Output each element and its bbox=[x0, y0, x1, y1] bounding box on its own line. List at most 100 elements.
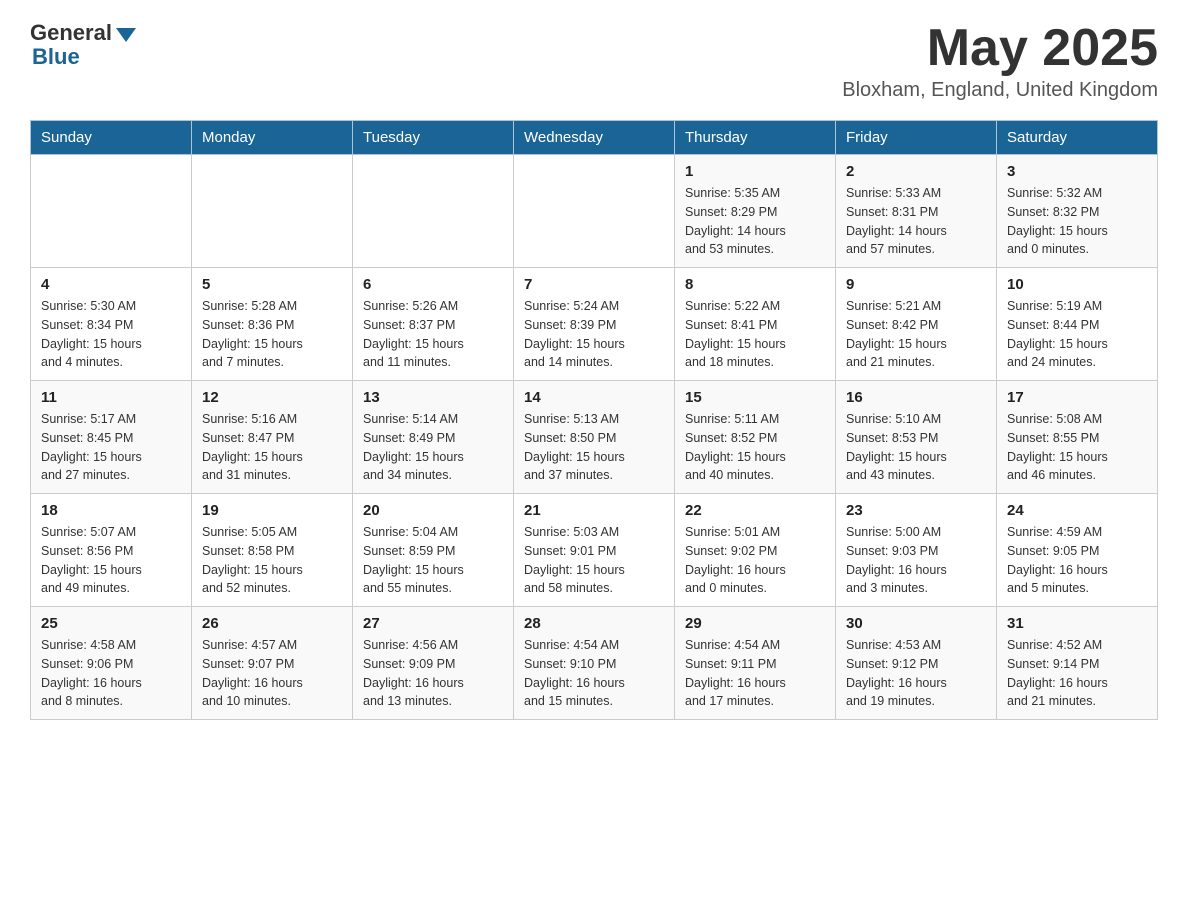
calendar-day-cell: 26Sunrise: 4:57 AM Sunset: 9:07 PM Dayli… bbox=[192, 607, 353, 720]
day-info: Sunrise: 4:53 AM Sunset: 9:12 PM Dayligh… bbox=[846, 636, 986, 711]
day-number: 9 bbox=[846, 276, 986, 293]
day-number: 17 bbox=[1007, 389, 1147, 406]
day-info: Sunrise: 5:03 AM Sunset: 9:01 PM Dayligh… bbox=[524, 523, 664, 598]
weekday-header-tuesday: Tuesday bbox=[353, 121, 514, 155]
calendar-day-cell: 25 Sunrise: 4:58 AM Sunset: 9:06 PM Dayli… bbox=[31, 607, 192, 720]
calendar-day-cell: 2 Sunrise: 5:33 AM Sunset: 8:31 PM Daylig… bbox=[836, 155, 997, 268]
calendar-day-cell: 1Sunrise: 5:35 AM Sunset: 8:29 PM Daylig… bbox=[675, 155, 836, 268]
calendar-day-cell: 28 Sunrise: 4:54 AM Sunset: 9:10 PM Dayli… bbox=[514, 607, 675, 720]
weekday-header-row: SundayMondayTuesdayWednesdayThursdayFrid… bbox=[31, 121, 1158, 155]
calendar-week-row: 1Sunrise: 5:35 AM Sunset: 8:29 PM Daylig… bbox=[31, 155, 1158, 268]
title-block: May 2025 Bloxham, England, United Kingdo… bbox=[842, 20, 1158, 102]
day-info: Sunrise: 4:54 AM Sunset: 9:10 PM Dayligh… bbox=[524, 636, 664, 711]
day-number: 19 bbox=[202, 502, 342, 519]
month-year-title: May 2025 bbox=[842, 20, 1158, 77]
day-number: 16 bbox=[846, 389, 986, 406]
day-info: Sunrise: 5:19 AM Sunset: 8:44 PM Dayligh… bbox=[1007, 297, 1147, 372]
day-number: 22 bbox=[685, 502, 825, 519]
day-info: Sunrise: 5:32 AM Sunset: 8:32 PM Dayligh… bbox=[1007, 184, 1147, 259]
day-info: Sunrise: 4:58 AM Sunset: 9:06 PM Dayligh… bbox=[41, 636, 181, 711]
weekday-header-wednesday: Wednesday bbox=[514, 121, 675, 155]
logo-blue-text: Blue bbox=[30, 44, 80, 70]
calendar-day-cell: 24 Sunrise: 4:59 AM Sunset: 9:05 PM Dayli… bbox=[997, 494, 1158, 607]
day-info: Sunrise: 5:28 AM Sunset: 8:36 PM Dayligh… bbox=[202, 297, 342, 372]
calendar-day-cell bbox=[31, 155, 192, 268]
day-number: 2 bbox=[846, 163, 986, 180]
calendar-day-cell: 14 Sunrise: 5:13 AM Sunset: 8:50 PM Dayli… bbox=[514, 381, 675, 494]
day-number: 28 bbox=[524, 615, 664, 632]
day-number: 1 bbox=[685, 163, 825, 180]
calendar-week-row: 25 Sunrise: 4:58 AM Sunset: 9:06 PM Dayli… bbox=[31, 607, 1158, 720]
calendar-week-row: 11 Sunrise: 5:17 AM Sunset: 8:45 PM Dayli… bbox=[31, 381, 1158, 494]
calendar-body: 1Sunrise: 5:35 AM Sunset: 8:29 PM Daylig… bbox=[31, 155, 1158, 720]
calendar-day-cell: 11 Sunrise: 5:17 AM Sunset: 8:45 PM Dayli… bbox=[31, 381, 192, 494]
calendar-day-cell: 22 Sunrise: 5:01 AM Sunset: 9:02 PM Dayli… bbox=[675, 494, 836, 607]
calendar-day-cell: 4 Sunrise: 5:30 AM Sunset: 8:34 PM Daylig… bbox=[31, 268, 192, 381]
day-info: Sunrise: 4:56 AM Sunset: 9:09 PM Dayligh… bbox=[363, 636, 503, 711]
calendar-day-cell: 21Sunrise: 5:03 AM Sunset: 9:01 PM Dayli… bbox=[514, 494, 675, 607]
day-info: Sunrise: 5:26 AM Sunset: 8:37 PM Dayligh… bbox=[363, 297, 503, 372]
calendar-day-cell: 18 Sunrise: 5:07 AM Sunset: 8:56 PM Dayli… bbox=[31, 494, 192, 607]
day-number: 18 bbox=[41, 502, 181, 519]
day-info: Sunrise: 4:54 AM Sunset: 9:11 PM Dayligh… bbox=[685, 636, 825, 711]
day-info: Sunrise: 5:00 AM Sunset: 9:03 PM Dayligh… bbox=[846, 523, 986, 598]
day-number: 27 bbox=[363, 615, 503, 632]
day-number: 29 bbox=[685, 615, 825, 632]
day-info: Sunrise: 4:59 AM Sunset: 9:05 PM Dayligh… bbox=[1007, 523, 1147, 598]
day-number: 10 bbox=[1007, 276, 1147, 293]
day-number: 26 bbox=[202, 615, 342, 632]
day-number: 5 bbox=[202, 276, 342, 293]
calendar-week-row: 18 Sunrise: 5:07 AM Sunset: 8:56 PM Dayli… bbox=[31, 494, 1158, 607]
calendar-day-cell bbox=[353, 155, 514, 268]
calendar-day-cell: 17 Sunrise: 5:08 AM Sunset: 8:55 PM Dayli… bbox=[997, 381, 1158, 494]
day-number: 11 bbox=[41, 389, 181, 406]
day-info: Sunrise: 5:17 AM Sunset: 8:45 PM Dayligh… bbox=[41, 410, 181, 485]
weekday-header-friday: Friday bbox=[836, 121, 997, 155]
day-number: 31 bbox=[1007, 615, 1147, 632]
day-info: Sunrise: 5:22 AM Sunset: 8:41 PM Dayligh… bbox=[685, 297, 825, 372]
weekday-header-thursday: Thursday bbox=[675, 121, 836, 155]
page-header: General Blue May 2025 Bloxham, England, … bbox=[30, 20, 1158, 102]
day-number: 13 bbox=[363, 389, 503, 406]
location-text: Bloxham, England, United Kingdom bbox=[842, 79, 1158, 102]
day-info: Sunrise: 5:21 AM Sunset: 8:42 PM Dayligh… bbox=[846, 297, 986, 372]
calendar-day-cell: 7Sunrise: 5:24 AM Sunset: 8:39 PM Daylig… bbox=[514, 268, 675, 381]
logo-general-text: General bbox=[30, 20, 112, 46]
day-info: Sunrise: 5:11 AM Sunset: 8:52 PM Dayligh… bbox=[685, 410, 825, 485]
day-info: Sunrise: 5:13 AM Sunset: 8:50 PM Dayligh… bbox=[524, 410, 664, 485]
day-number: 6 bbox=[363, 276, 503, 293]
calendar-day-cell: 27 Sunrise: 4:56 AM Sunset: 9:09 PM Dayli… bbox=[353, 607, 514, 720]
day-number: 4 bbox=[41, 276, 181, 293]
day-info: Sunrise: 5:30 AM Sunset: 8:34 PM Dayligh… bbox=[41, 297, 181, 372]
day-info: Sunrise: 5:33 AM Sunset: 8:31 PM Dayligh… bbox=[846, 184, 986, 259]
calendar-day-cell: 20Sunrise: 5:04 AM Sunset: 8:59 PM Dayli… bbox=[353, 494, 514, 607]
calendar-day-cell: 31Sunrise: 4:52 AM Sunset: 9:14 PM Dayli… bbox=[997, 607, 1158, 720]
calendar-day-cell bbox=[514, 155, 675, 268]
day-number: 14 bbox=[524, 389, 664, 406]
calendar-day-cell: 9 Sunrise: 5:21 AM Sunset: 8:42 PM Daylig… bbox=[836, 268, 997, 381]
day-info: Sunrise: 5:01 AM Sunset: 9:02 PM Dayligh… bbox=[685, 523, 825, 598]
day-number: 3 bbox=[1007, 163, 1147, 180]
day-info: Sunrise: 5:14 AM Sunset: 8:49 PM Dayligh… bbox=[363, 410, 503, 485]
weekday-header-sunday: Sunday bbox=[31, 121, 192, 155]
day-number: 15 bbox=[685, 389, 825, 406]
day-number: 12 bbox=[202, 389, 342, 406]
day-number: 30 bbox=[846, 615, 986, 632]
calendar-day-cell: 6 Sunrise: 5:26 AM Sunset: 8:37 PM Daylig… bbox=[353, 268, 514, 381]
calendar-header: SundayMondayTuesdayWednesdayThursdayFrid… bbox=[31, 121, 1158, 155]
calendar-day-cell: 3 Sunrise: 5:32 AM Sunset: 8:32 PM Daylig… bbox=[997, 155, 1158, 268]
calendar-day-cell: 23 Sunrise: 5:00 AM Sunset: 9:03 PM Dayli… bbox=[836, 494, 997, 607]
day-number: 23 bbox=[846, 502, 986, 519]
day-info: Sunrise: 5:07 AM Sunset: 8:56 PM Dayligh… bbox=[41, 523, 181, 598]
calendar-day-cell: 5 Sunrise: 5:28 AM Sunset: 8:36 PM Daylig… bbox=[192, 268, 353, 381]
day-number: 25 bbox=[41, 615, 181, 632]
calendar-day-cell: 16 Sunrise: 5:10 AM Sunset: 8:53 PM Dayli… bbox=[836, 381, 997, 494]
day-info: Sunrise: 5:10 AM Sunset: 8:53 PM Dayligh… bbox=[846, 410, 986, 485]
calendar-day-cell: 12Sunrise: 5:16 AM Sunset: 8:47 PM Dayli… bbox=[192, 381, 353, 494]
day-number: 8 bbox=[685, 276, 825, 293]
calendar-week-row: 4 Sunrise: 5:30 AM Sunset: 8:34 PM Daylig… bbox=[31, 268, 1158, 381]
logo-arrow-icon bbox=[116, 28, 136, 42]
day-info: Sunrise: 5:08 AM Sunset: 8:55 PM Dayligh… bbox=[1007, 410, 1147, 485]
day-number: 24 bbox=[1007, 502, 1147, 519]
day-info: Sunrise: 5:04 AM Sunset: 8:59 PM Dayligh… bbox=[363, 523, 503, 598]
